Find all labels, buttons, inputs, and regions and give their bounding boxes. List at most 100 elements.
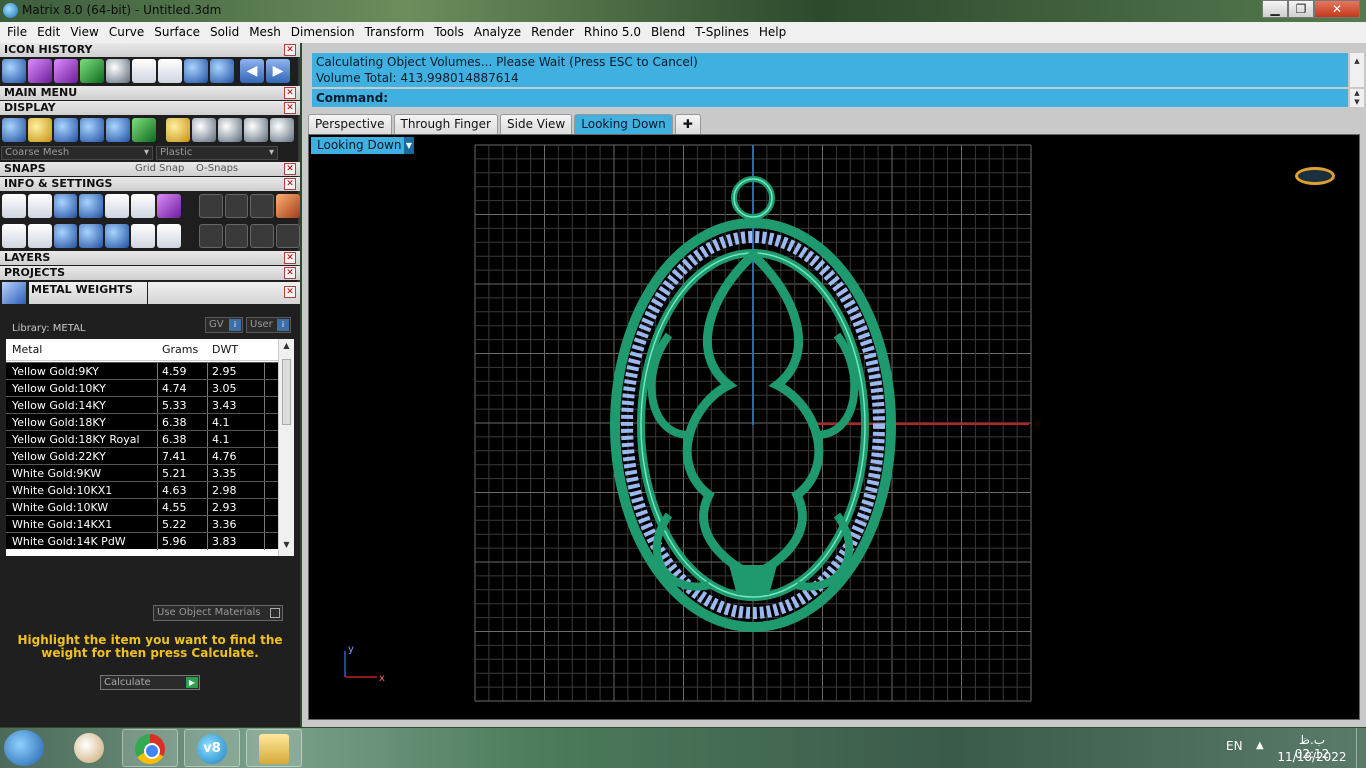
menu-mesh[interactable]: Mesh	[244, 22, 286, 43]
command-input-scrollbar[interactable]: ▲ ▼	[1350, 89, 1364, 107]
info-settings-header[interactable]: INFO & SETTINGS ✕	[0, 177, 300, 191]
tab-through-finger[interactable]: Through Finger	[393, 114, 498, 134]
cabinet-icon[interactable]	[79, 194, 104, 218]
chain-icon[interactable]	[158, 59, 182, 83]
projects-header[interactable]: PROJECTS ✕	[0, 266, 300, 280]
scroll-down-icon[interactable]: ▼	[279, 540, 294, 554]
menu-solid[interactable]: Solid	[205, 22, 244, 43]
window-grid-icon[interactable]	[2, 224, 26, 248]
snap-box-icon[interactable]	[224, 194, 249, 218]
monitor-icon[interactable]	[27, 224, 52, 248]
start-button[interactable]	[4, 730, 44, 766]
language-indicator[interactable]: EN	[1226, 739, 1243, 753]
taskbar-paint[interactable]	[62, 729, 118, 767]
table-row[interactable]: Yellow Gold:18KY Royal 6.38 4.1	[6, 430, 278, 448]
display-header[interactable]: DISPLAY ✕	[0, 101, 300, 115]
menu-tools[interactable]: Tools	[429, 22, 469, 43]
checkmark-icon[interactable]	[210, 59, 234, 83]
menu-surface[interactable]: Surface	[149, 22, 205, 43]
grid-icon[interactable]	[80, 59, 104, 83]
user-toggle[interactable]: User i	[246, 317, 291, 333]
glossy-sphere-icon[interactable]	[80, 118, 104, 142]
gem-material-icon[interactable]	[270, 118, 294, 142]
menu-rhino[interactable]: Rhino 5.0	[579, 22, 646, 43]
object-properties-icon[interactable]	[156, 194, 181, 218]
ring-gem-2-icon[interactable]	[224, 224, 249, 248]
close-icon[interactable]: ✕	[284, 44, 296, 56]
menu-view[interactable]: View	[65, 22, 103, 43]
o-snaps-toggle[interactable]: O-Snaps	[196, 162, 238, 176]
close-icon[interactable]: ✕	[284, 87, 296, 99]
snap-box-2-icon[interactable]	[250, 194, 275, 218]
viewport-view-select[interactable]: Looking Down ▼	[311, 137, 414, 154]
layers-header[interactable]: LAYERS ✕	[0, 251, 300, 265]
menu-help[interactable]: Help	[754, 22, 791, 43]
ring-gem-icon[interactable]	[198, 224, 223, 248]
wireframe-icon[interactable]	[2, 118, 26, 142]
command-history-scrollbar[interactable]: ▲▼	[1350, 53, 1364, 97]
view-navigator-icon[interactable]	[1295, 167, 1335, 185]
calculate-button[interactable]: Calculate ▶	[100, 675, 200, 690]
minimize-button[interactable]: ▁	[1262, 0, 1288, 18]
menu-blend[interactable]: Blend	[646, 22, 690, 43]
menu-tsplines[interactable]: T-Splines	[690, 22, 754, 43]
tab-side-view[interactable]: Side View	[500, 114, 573, 134]
select-icon[interactable]	[131, 224, 155, 248]
tab-looking-down[interactable]: Looking Down	[574, 114, 673, 134]
menu-file[interactable]: File	[2, 22, 32, 43]
table-row[interactable]: Yellow Gold:14KY 5.33 3.43	[6, 396, 278, 414]
cube-wire-icon[interactable]	[53, 224, 78, 248]
column-header-grams[interactable]: Grams	[162, 343, 198, 356]
icon-history-header[interactable]: ICON HISTORY ✕	[0, 43, 300, 57]
gold-material-icon[interactable]	[166, 118, 190, 142]
table-scrollbar[interactable]: ▲ ▼	[278, 339, 294, 556]
tab-perspective[interactable]: Perspective	[308, 114, 392, 134]
filter-icon[interactable]	[105, 224, 130, 248]
show-desktop-button[interactable]	[1356, 728, 1366, 768]
table-row[interactable]: Yellow Gold:18KY 6.38 4.1	[6, 413, 278, 431]
menu-render[interactable]: Render	[526, 22, 579, 43]
figure-icon[interactable]	[28, 118, 52, 142]
table-row[interactable]: White Gold:10KW 4.55 2.93	[6, 498, 278, 516]
sphere-icon[interactable]	[2, 59, 26, 83]
table-row[interactable]: White Gold:9KW 5.21 3.35	[6, 464, 278, 482]
taskbar-chrome[interactable]	[122, 729, 178, 767]
close-icon[interactable]: ✕	[284, 178, 296, 190]
main-menu-header[interactable]: MAIN MENU ✕	[0, 86, 300, 100]
notes-icon[interactable]	[131, 194, 155, 218]
texture-icon[interactable]	[132, 118, 156, 142]
globe-icon[interactable]	[106, 118, 130, 142]
clock-date[interactable]: 11/18/2022	[1276, 750, 1348, 764]
gv-toggle[interactable]: GV i	[205, 317, 243, 333]
add-tab-button[interactable]: ✚	[674, 114, 701, 134]
viewport-canvas[interactable]	[309, 135, 1361, 721]
table-row[interactable]: Yellow Gold:22KY 7.41 4.76	[6, 447, 278, 465]
close-button[interactable]: ✕	[1314, 0, 1360, 18]
shaded-sphere-icon[interactable]	[54, 118, 78, 142]
v8-logo-icon[interactable]	[106, 59, 130, 83]
scroll-thumb[interactable]	[282, 359, 291, 425]
menu-dimension[interactable]: Dimension	[286, 22, 360, 43]
close-icon[interactable]: ✕	[284, 267, 296, 279]
taskbar-matrix[interactable]: v8	[184, 729, 240, 767]
menu-edit[interactable]: Edit	[32, 22, 65, 43]
taskbar-explorer[interactable]	[246, 729, 302, 767]
document-icon[interactable]	[105, 194, 130, 218]
pin-icon[interactable]	[198, 194, 223, 218]
cube-icon[interactable]	[54, 59, 78, 83]
clipboard-icon[interactable]	[156, 224, 181, 248]
prong-icon[interactable]	[184, 59, 208, 83]
close-icon[interactable]: ✕	[284, 102, 296, 114]
scroll-up-icon[interactable]: ▲	[279, 341, 294, 355]
table-row[interactable]: White Gold:14KX1 5.22 3.36	[6, 515, 278, 533]
show-hidden-icons-button[interactable]: ▲	[1256, 740, 1264, 751]
table-row[interactable]: White Gold:14K PdW 5.96 3.83	[6, 532, 278, 550]
maximize-button[interactable]: ❐	[1288, 0, 1314, 18]
menu-transform[interactable]: Transform	[360, 22, 430, 43]
book-icon[interactable]	[79, 224, 104, 248]
table-row[interactable]: White Gold:10KX1 4.63 2.98	[6, 481, 278, 499]
wrench-icon[interactable]	[27, 194, 52, 218]
forward-arrow-icon[interactable]: ▶	[266, 59, 290, 83]
material-select[interactable]: Plastic ▾	[156, 146, 278, 160]
grid-snap-toggle[interactable]: Grid Snap	[135, 162, 184, 176]
